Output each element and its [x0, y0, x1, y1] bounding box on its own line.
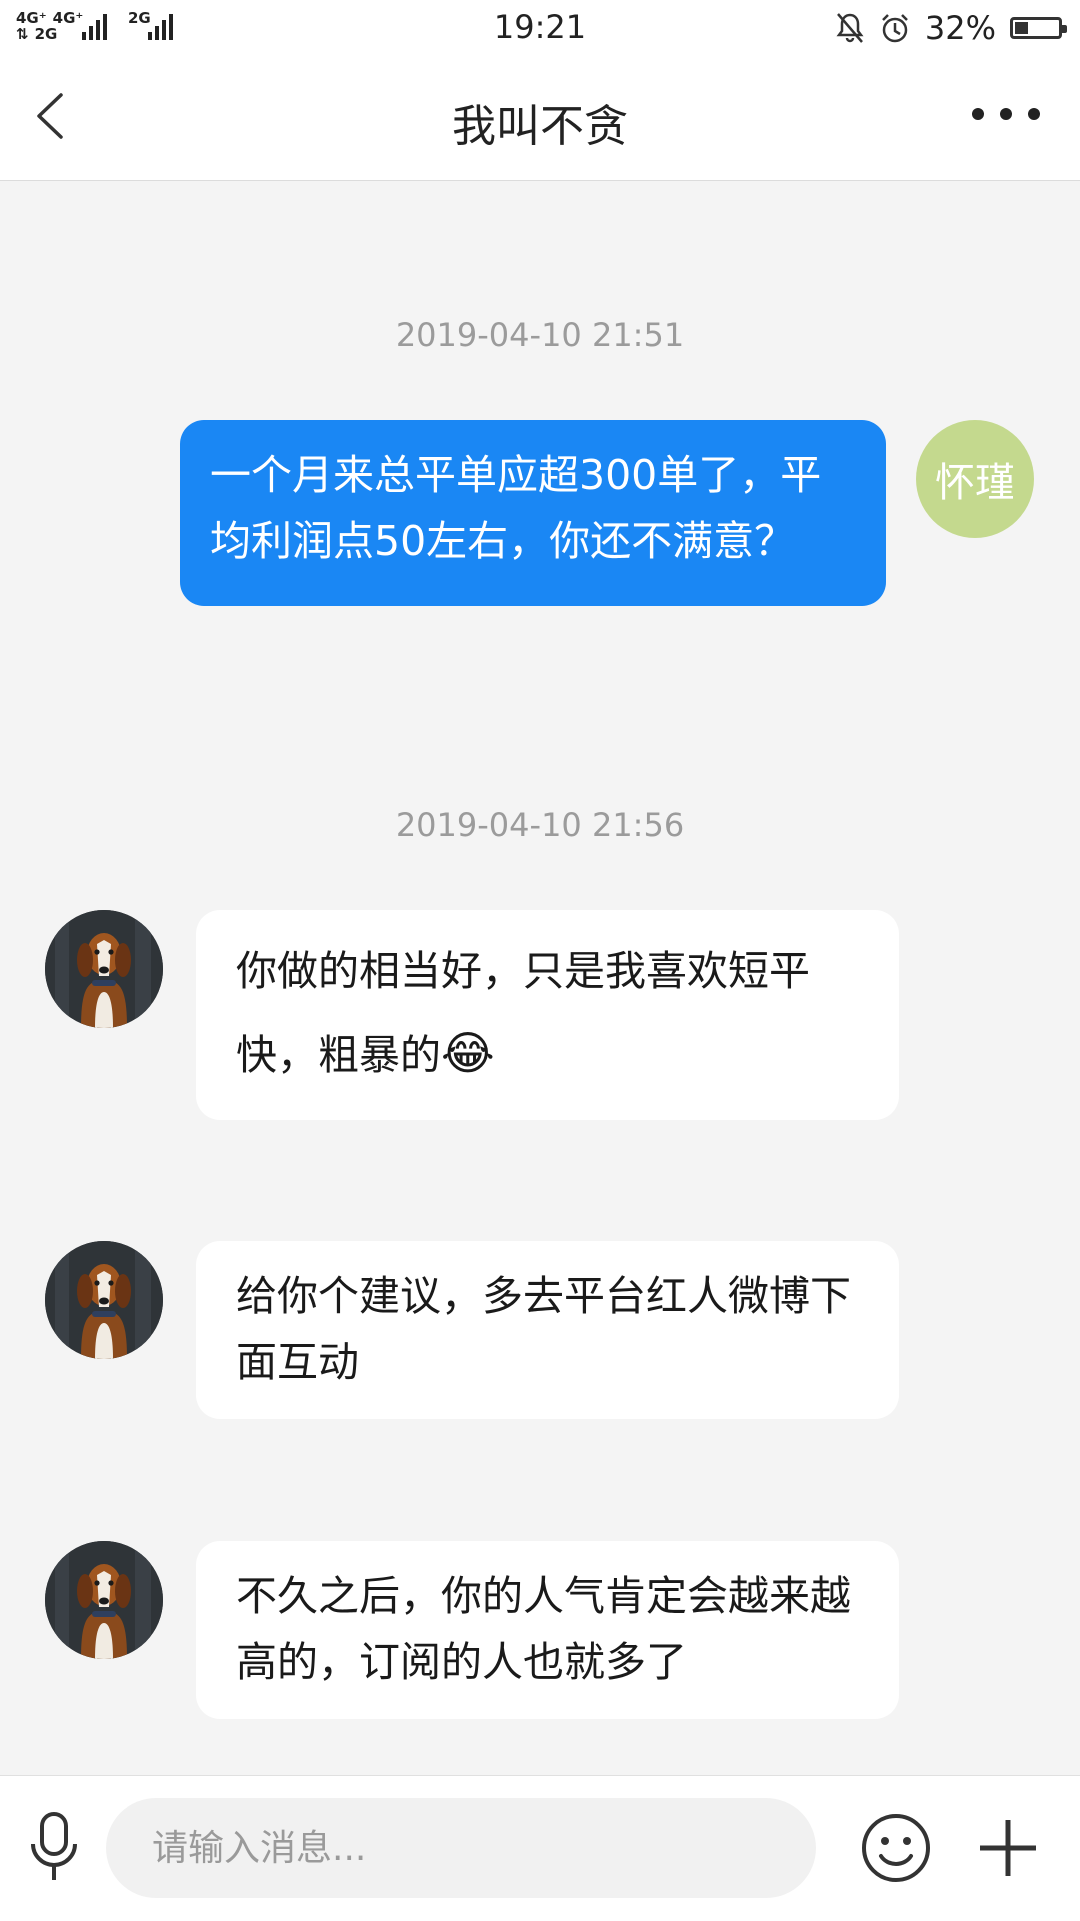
nav-bar: 我叫不贪 — [0, 56, 1080, 181]
message-text: 你做的相当好，只是我喜欢短平快，粗暴的 — [236, 947, 810, 1079]
peer-message-bubble[interactable]: 你做的相当好，只是我喜欢短平快，粗暴的😂 — [196, 910, 899, 1120]
input-bar — [0, 1775, 1080, 1921]
dog-photo — [45, 910, 163, 1028]
page-title: 我叫不贪 — [452, 101, 628, 152]
message-text: 给你个建议，多去平台红人微博下面互动 — [236, 1272, 851, 1386]
message-timestamp-2: 2019-04-10 21:56 — [395, 806, 685, 844]
message-timestamp: 2019-04-10 21:51 — [395, 316, 685, 354]
message-text: 不久之后，你的人气肯定会越来越高的，订阅的人也就多了 — [236, 1572, 851, 1686]
self-message-bubble[interactable]: 一个月来总平单应超300单了，平均利润点50左右，你还不满意？ — [180, 420, 886, 606]
alarm-clock-icon — [881, 14, 908, 43]
microphone-icon[interactable] — [28, 1810, 80, 1886]
status-right: 32% — [835, 8, 1067, 48]
peer-message-bubble[interactable]: 给你个建议，多去平台红人微博下面互动 — [196, 1241, 899, 1419]
battery-percent: 32% — [924, 9, 996, 47]
dog-photo — [45, 1541, 163, 1659]
laughing-crying-emoji-icon: 😂 — [441, 1026, 495, 1080]
self-avatar[interactable]: 怀瑾 — [916, 420, 1034, 538]
message-text: 一个月来总平单应超300单了，平均利润点50左右，你还不满意？ — [210, 451, 822, 565]
battery-icon — [1010, 17, 1067, 39]
peer-avatar[interactable] — [45, 910, 163, 1028]
status-bar: 4G⁺ 4G⁺ ⇅ 2G 2G 19:21 32% — [0, 0, 1080, 56]
battery-fill — [1015, 22, 1029, 34]
more-icon[interactable] — [972, 108, 1040, 120]
dog-photo — [45, 1241, 163, 1359]
bell-off-icon — [836, 13, 864, 43]
peer-avatar[interactable] — [45, 1541, 163, 1659]
plus-icon[interactable] — [972, 1812, 1044, 1884]
peer-message-bubble[interactable]: 不久之后，你的人气肯定会越来越高的，订阅的人也就多了 — [196, 1541, 899, 1719]
peer-avatar[interactable] — [45, 1241, 163, 1359]
avatar-label: 怀瑾 — [935, 460, 1015, 506]
message-input[interactable] — [106, 1798, 816, 1898]
smiley-icon[interactable] — [860, 1812, 932, 1884]
